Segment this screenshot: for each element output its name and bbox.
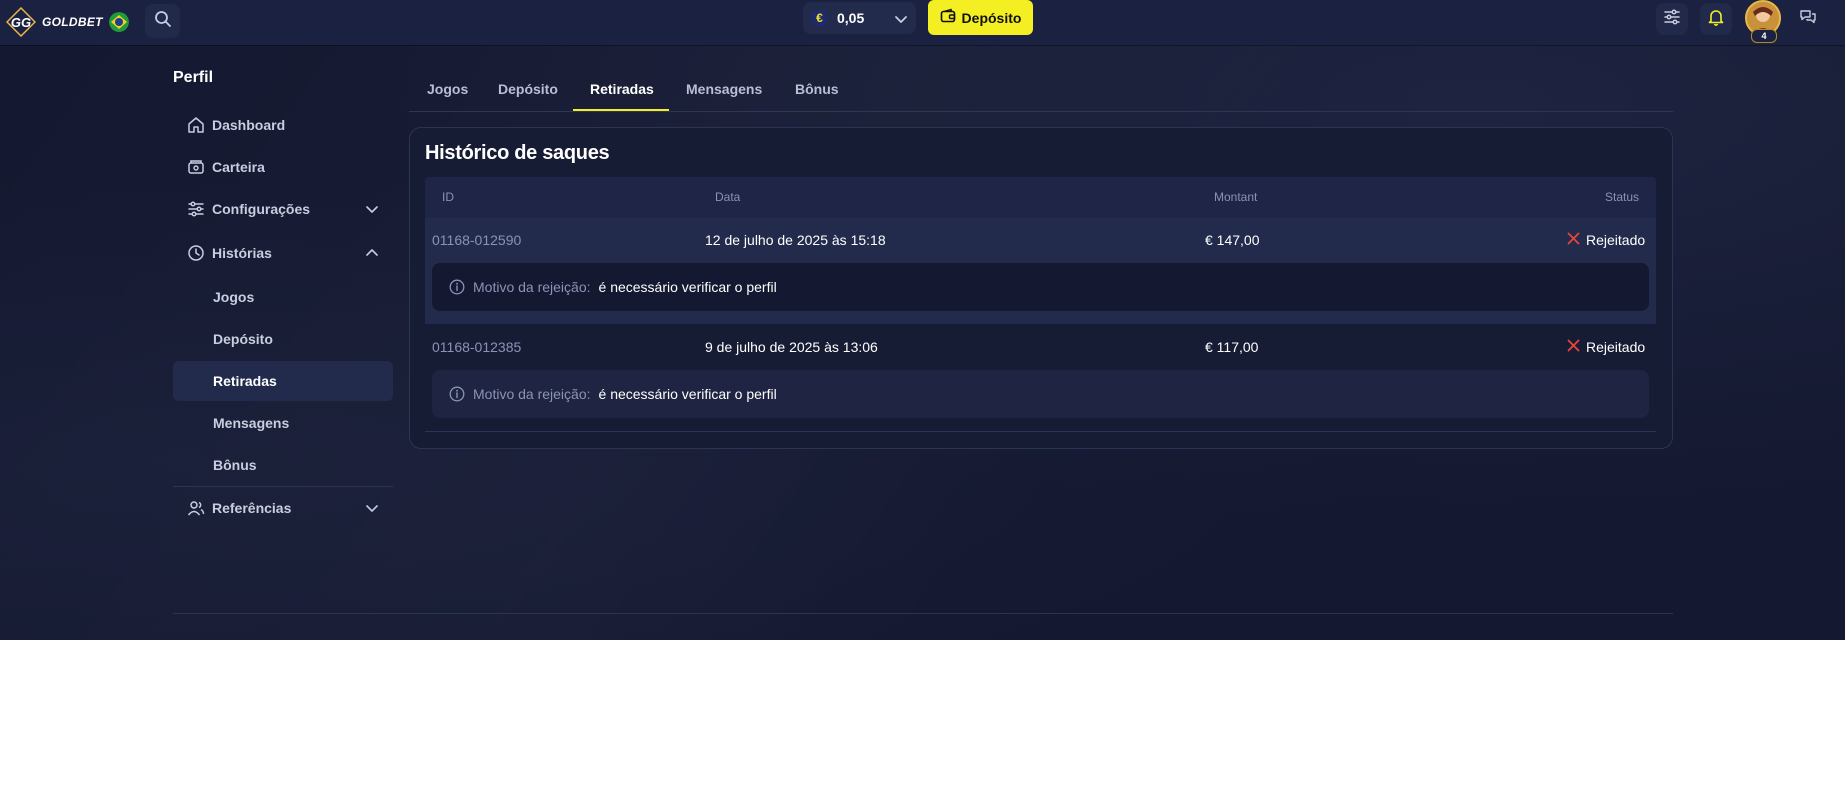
chevron-down-icon bbox=[894, 12, 908, 31]
sidebar-item-wallet[interactable]: Carteira bbox=[173, 147, 393, 187]
deposit-button[interactable]: Depósito bbox=[928, 0, 1033, 35]
status-label: Rejeitado bbox=[1586, 339, 1646, 355]
rejection-reason-label: Motivo da rejeição: bbox=[473, 279, 591, 295]
sidebar-subitem-deposit[interactable]: Depósito bbox=[173, 319, 393, 359]
brand-name: GOLDBET bbox=[42, 15, 103, 29]
balance-value: 0,05 bbox=[837, 10, 865, 26]
close-icon bbox=[1567, 339, 1580, 355]
sidebar-subitem-bonus[interactable]: Bônus bbox=[173, 445, 393, 485]
withdrawal-id: 01168-012385 bbox=[432, 339, 522, 355]
top-header: GG GOLDBET € 0,05 Depósito 4 bbox=[0, 0, 1845, 45]
table-header: ID Data Montant Status bbox=[425, 177, 1656, 218]
column-header-amount: Montant bbox=[1214, 190, 1258, 204]
rejection-reason-label: Motivo da rejeição: bbox=[473, 386, 591, 402]
withdrawal-date: 12 de julho de 2025 às 15:18 bbox=[705, 232, 886, 248]
sidebar-item-label: Carteira bbox=[212, 159, 265, 175]
app-root: GG GOLDBET € 0,05 Depósito 4 Perfil Dash… bbox=[0, 0, 1845, 640]
notifications-button[interactable] bbox=[1700, 3, 1732, 35]
history-tabs: Jogos Depósito Retiradas Mensagens Bônus bbox=[409, 75, 1673, 112]
avatar-level-badge: 4 bbox=[1751, 29, 1777, 43]
tab-withdrawals[interactable]: Retiradas bbox=[590, 81, 654, 97]
withdrawal-id: 01168-012590 bbox=[432, 232, 522, 248]
chevron-up-icon bbox=[365, 246, 379, 263]
svg-text:GG: GG bbox=[11, 15, 31, 30]
rejection-reason-value: é necessário verificar o perfil bbox=[598, 386, 777, 402]
search-icon bbox=[154, 10, 172, 33]
rejection-reason-box: Motivo da rejeição: é necessário verific… bbox=[432, 370, 1649, 418]
sidebar-subitem-withdrawals[interactable]: Retiradas bbox=[173, 361, 393, 401]
bell-icon bbox=[1707, 8, 1725, 31]
close-icon bbox=[1567, 232, 1580, 248]
brand-logo[interactable]: GG GOLDBET bbox=[6, 5, 129, 39]
profile-title: Perfil bbox=[173, 69, 214, 86]
sidebar-subitem-games[interactable]: Jogos bbox=[173, 277, 393, 317]
column-header-status: Status bbox=[1605, 190, 1640, 204]
sidebar-subitem-messages[interactable]: Mensagens bbox=[173, 403, 393, 443]
wallet-icon bbox=[186, 157, 206, 177]
home-icon bbox=[186, 115, 206, 135]
sidebar-divider bbox=[173, 486, 393, 487]
sidebar-item-label: Histórias bbox=[212, 245, 272, 261]
sidebar-item-label: Referências bbox=[212, 500, 292, 516]
info-icon bbox=[449, 279, 465, 295]
goldbet-logo-icon: GG bbox=[6, 7, 36, 37]
footer-divider bbox=[173, 613, 1673, 614]
sidebar-item-settings[interactable]: Configurações bbox=[173, 189, 393, 229]
sidebar-item-dashboard[interactable]: Dashboard bbox=[173, 105, 393, 145]
clock-icon bbox=[186, 243, 206, 263]
euro-currency-icon: € bbox=[811, 9, 828, 27]
tab-messages[interactable]: Mensagens bbox=[686, 81, 762, 97]
withdrawal-amount: € 117,00 bbox=[1205, 339, 1259, 355]
withdrawal-date: 9 de julho de 2025 às 13:06 bbox=[705, 339, 878, 355]
withdrawal-history-title: Histórico de saques bbox=[425, 142, 610, 164]
wallet-icon bbox=[940, 8, 956, 27]
chat-icon bbox=[1799, 8, 1817, 31]
column-header-date: Data bbox=[715, 190, 741, 204]
status-badge: Rejeitado bbox=[1567, 339, 1645, 355]
withdrawal-amount: € 147,00 bbox=[1205, 232, 1260, 248]
status-badge: Rejeitado bbox=[1567, 232, 1645, 248]
chat-button[interactable] bbox=[1792, 3, 1824, 35]
column-header-id: ID bbox=[442, 190, 454, 204]
rejection-reason-box: Motivo da rejeição: é necessário verific… bbox=[432, 263, 1649, 311]
rejection-reason-value: é necessário verificar o perfil bbox=[598, 279, 777, 295]
sidebar-item-label: Dashboard bbox=[212, 117, 286, 133]
table-bottom-divider bbox=[425, 431, 1656, 432]
sidebar-item-histories[interactable]: Histórias bbox=[173, 233, 393, 273]
sliders-icon bbox=[1664, 8, 1680, 30]
settings-button[interactable] bbox=[1656, 3, 1688, 35]
tab-games[interactable]: Jogos bbox=[427, 81, 468, 97]
chevron-down-icon bbox=[365, 501, 379, 518]
search-button[interactable] bbox=[145, 4, 180, 38]
sidebar-item-referrals[interactable]: Referências bbox=[173, 488, 393, 528]
active-tab-indicator bbox=[573, 109, 669, 111]
status-label: Rejeitado bbox=[1586, 232, 1646, 248]
tab-deposit[interactable]: Depósito bbox=[498, 81, 558, 97]
brazil-flag-icon[interactable] bbox=[108, 12, 129, 32]
deposit-button-label: Depósito bbox=[961, 9, 1022, 26]
info-icon bbox=[449, 386, 465, 402]
sidebar-item-label: Configurações bbox=[212, 201, 311, 217]
users-icon bbox=[186, 498, 206, 518]
tab-bonus[interactable]: Bônus bbox=[795, 81, 839, 97]
sliders-icon bbox=[186, 199, 206, 219]
balance-selector[interactable]: € 0,05 bbox=[803, 2, 916, 34]
chevron-down-icon bbox=[365, 202, 379, 219]
